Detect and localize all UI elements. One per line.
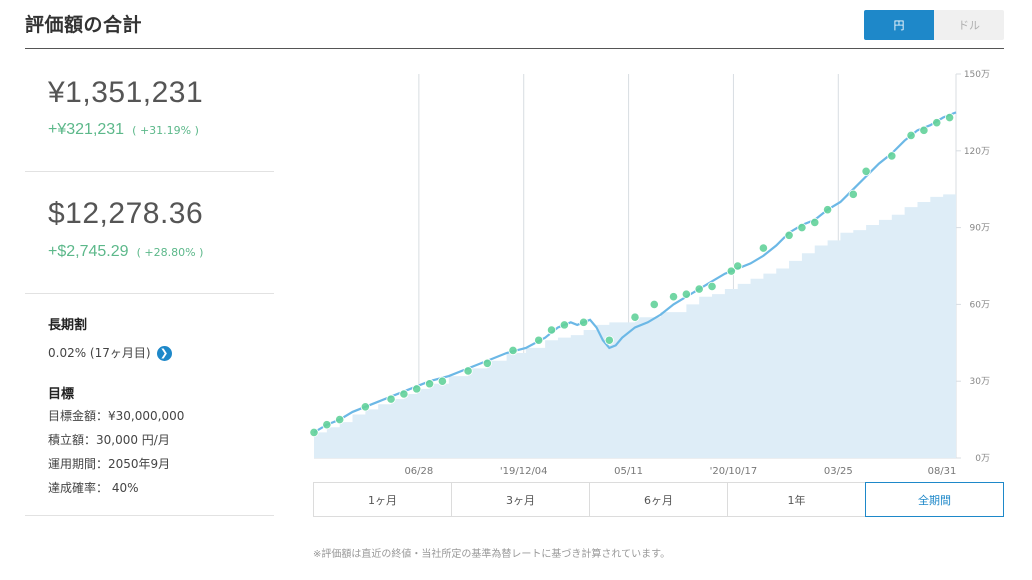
goal-details: 目標金額：¥30,000,000 積立額：30,000 円/月 運用期間：205… [48, 404, 184, 500]
x-tick-label: 05/11 [614, 466, 643, 477]
goal-period: 運用期間：2050年9月 [48, 457, 171, 471]
contribution-marker [887, 151, 897, 161]
y-tick-label: 150万 [964, 70, 990, 80]
period-tab[interactable]: 1年 [728, 483, 866, 516]
period-tab[interactable]: 全期間 [865, 482, 1004, 517]
summary-divider [25, 171, 274, 172]
x-tick-label: '19/12/04 [500, 466, 548, 477]
contribution-marker [707, 281, 717, 292]
usd-gain-row: +$2,745.29 ( +28.80% ) [48, 241, 203, 261]
contribution-marker [482, 358, 492, 368]
contribution-marker [322, 420, 332, 430]
yen-gain-value: +¥321,231 [48, 121, 125, 138]
page-title: 評価額の合計 [25, 14, 143, 36]
x-tick-label: 03/25 [824, 466, 853, 477]
contribution-marker [758, 243, 768, 253]
contribution-marker [424, 379, 435, 389]
chevron-right-icon[interactable]: ❯ [156, 346, 172, 361]
goal-divider [25, 515, 274, 516]
period-tab[interactable]: 6ヶ月 [590, 483, 728, 516]
contribution-marker [848, 189, 858, 199]
contribution-marker [932, 118, 942, 128]
period-tab[interactable]: 1ヶ月 [314, 483, 452, 516]
contribution-marker [559, 320, 569, 330]
yen-total-value: ¥1,351,231 [48, 76, 204, 109]
contribution-marker [733, 261, 743, 271]
summary-divider [25, 293, 274, 294]
contribution-marker [579, 317, 589, 327]
contribution-marker [534, 335, 544, 345]
contribution-marker [360, 402, 370, 412]
x-tick-label: 08/31 [928, 466, 957, 477]
contribution-marker [399, 389, 409, 399]
yen-gain-row: +¥321,231 ( +31.19% ) [48, 119, 199, 139]
y-tick-label: 90万 [970, 224, 990, 234]
currency-usd-button[interactable]: ドル [934, 10, 1004, 40]
currency-toggle: 円 ドル [864, 10, 1004, 40]
goal-probability: 達成確率： 40% [48, 481, 139, 495]
contribution-marker [437, 376, 447, 386]
contribution-marker [309, 427, 319, 437]
x-tick-label: '20/10/17 [710, 466, 758, 477]
y-tick-label: 30万 [970, 377, 990, 387]
contribution-marker [810, 217, 820, 228]
x-tick-label: 06/28 [404, 466, 433, 477]
contribution-marker [386, 394, 396, 404]
usd-total-value: $12,278.36 [48, 197, 204, 230]
currency-yen-button[interactable]: 円 [864, 10, 934, 40]
y-tick-label: 60万 [970, 300, 990, 310]
usd-gain-value: +$2,745.29 [48, 243, 129, 260]
usd-gain-percent: ( +28.80% ) [136, 246, 204, 259]
contribution-marker [463, 366, 473, 376]
goal-heading: 目標 [48, 387, 75, 402]
contribution-marker [861, 166, 871, 176]
goal-monthly: 積立額：30,000 円/月 [48, 433, 170, 447]
long-term-value: 0.02% (17ヶ月目) [48, 346, 151, 360]
contribution-marker [784, 230, 794, 240]
contribution-marker [694, 284, 704, 294]
contribution-marker [797, 223, 807, 233]
contribution-marker [919, 125, 929, 135]
yen-gain-percent: ( +31.19% ) [132, 124, 199, 137]
contribution-marker [604, 335, 614, 345]
long-term-heading: 長期割 [48, 318, 88, 333]
footnote: ※評価額は直近の終値・当社所定の基準為替レートに基づき計算されています。 [313, 549, 671, 560]
contribution-marker [681, 289, 691, 299]
contribution-marker [944, 112, 955, 123]
goal-amount: 目標金額：¥30,000,000 [48, 409, 185, 423]
valuation-chart: 0万 30万 60万 90万 120万 150万 06/28 '19/12/04 05/11 '… [309, 70, 990, 477]
y-tick-label: 120万 [964, 147, 990, 157]
contribution-area [314, 194, 956, 458]
period-tabs: 1ヶ月 3ヶ月 6ヶ月 1年 全期間 [313, 482, 1004, 517]
contribution-marker [546, 325, 557, 335]
y-tick-label: 0万 [975, 454, 990, 464]
contribution-marker [412, 384, 422, 394]
long-term-row: 0.02% (17ヶ月目) ❯ [48, 344, 172, 361]
contribution-marker [335, 414, 345, 425]
contribution-marker [822, 205, 833, 215]
period-tab[interactable]: 3ヶ月 [452, 483, 590, 516]
contribution-marker [508, 345, 518, 356]
contribution-marker [630, 312, 640, 322]
contribution-marker [649, 299, 659, 309]
contribution-marker [906, 130, 916, 141]
title-divider [25, 48, 1004, 49]
contribution-marker [668, 292, 679, 302]
